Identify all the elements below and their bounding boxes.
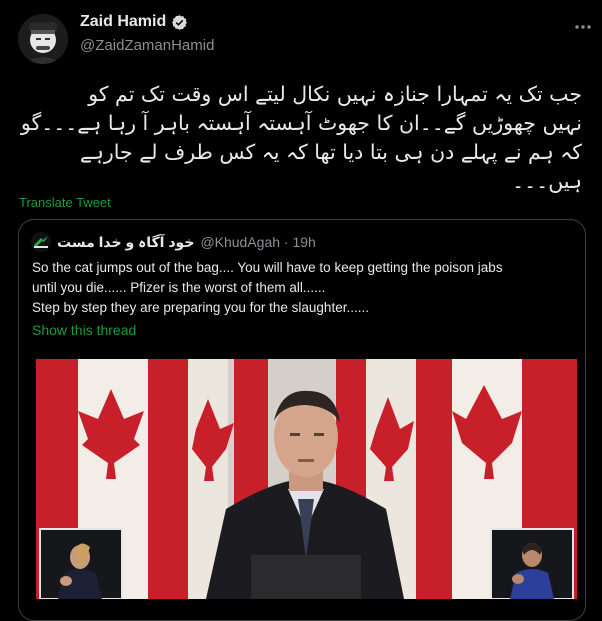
author-name-row: Zaid Hamid bbox=[80, 13, 188, 31]
quoted-text-line: Step by step they are preparing you for … bbox=[32, 300, 369, 315]
tweet: Zaid Hamid @ZaidZamanHamid جب تک یہ تمہا… bbox=[0, 0, 602, 621]
quoted-tweet[interactable]: خود آگاہ و خدا مست @KhudAgah · 19h So th… bbox=[18, 219, 586, 621]
more-options-icon[interactable] bbox=[570, 14, 596, 40]
quoted-avatar bbox=[31, 232, 51, 252]
quoted-avatar-image bbox=[31, 232, 51, 252]
quoted-tweet-text: So the cat jumps out of the bag.... You … bbox=[32, 258, 572, 318]
quoted-handle-time: @KhudAgah · 19h bbox=[200, 234, 316, 250]
tweet-text-line: کہ ہم نے پہلے دن ہی بتا دیا تھا کہ یہ کس… bbox=[79, 140, 582, 164]
quoted-author-name[interactable]: خود آگاہ و خدا مست bbox=[57, 234, 194, 251]
tweet-text: جب تک یہ تمہارا جنازہ نہیں نکال لیتے اس … bbox=[18, 80, 582, 196]
sign-language-inset-left bbox=[39, 528, 123, 599]
show-thread-link[interactable]: Show this thread bbox=[32, 322, 136, 338]
podium bbox=[251, 555, 361, 599]
author-avatar-image bbox=[18, 14, 68, 64]
video-thumbnail[interactable] bbox=[36, 359, 577, 599]
tweet-text-line: جب تک یہ تمہارا جنازہ نہیں نکال لیتے اس … bbox=[88, 82, 582, 106]
author-avatar[interactable] bbox=[18, 14, 68, 64]
tweet-text-line: نہیں چھوڑیں گے۔۔ان کا جھوٹ آہستہ آہستہ ب… bbox=[20, 111, 582, 135]
quoted-text-line: until you die...... Pfizer is the worst … bbox=[32, 280, 326, 295]
author-name[interactable]: Zaid Hamid bbox=[80, 13, 166, 31]
video-frame bbox=[36, 359, 577, 599]
author-handle[interactable]: @ZaidZamanHamid bbox=[80, 37, 214, 54]
verified-badge-icon bbox=[172, 14, 188, 30]
sign-language-inset-right bbox=[490, 528, 574, 599]
quoted-text-line: So the cat jumps out of the bag.... You … bbox=[32, 260, 503, 275]
translate-tweet-link[interactable]: Translate Tweet bbox=[19, 195, 111, 210]
quoted-tweet-header: خود آگاہ و خدا مست @KhudAgah · 19h bbox=[31, 232, 316, 252]
tweet-text-line: ہیں۔۔۔ bbox=[512, 169, 582, 193]
